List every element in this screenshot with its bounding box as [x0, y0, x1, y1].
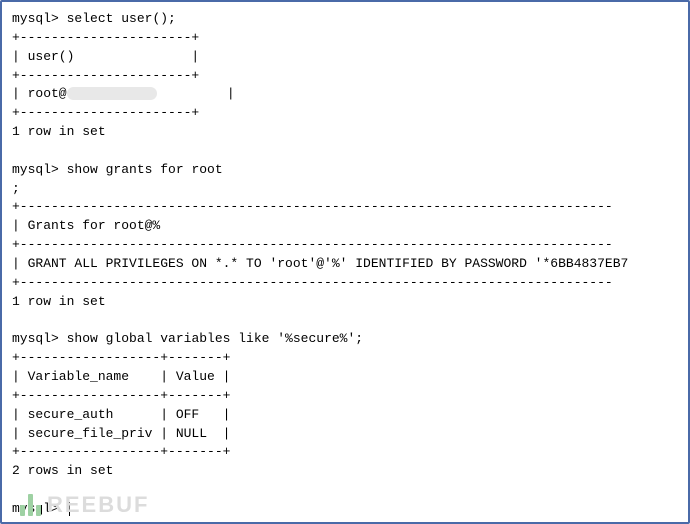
- prompt: mysql>: [12, 11, 59, 26]
- redacted-host: [67, 87, 157, 100]
- watermark: REEBUF: [20, 492, 149, 518]
- table-separator: +------------------+-------+: [12, 443, 678, 462]
- table-row: | secure_auth | OFF |: [12, 406, 678, 425]
- blank-line: [12, 142, 678, 161]
- sql-command: show grants for root: [67, 162, 223, 177]
- terminal-output: mysql> select user(); +-----------------…: [12, 10, 678, 519]
- sql-command: show global variables like '%secure%';: [67, 331, 363, 346]
- table-row: | secure_file_priv | NULL |: [12, 425, 678, 444]
- table-separator: +----------------------+: [12, 67, 678, 86]
- query-line: mysql> select user();: [12, 10, 678, 29]
- table-separator: +---------------------------------------…: [12, 274, 678, 293]
- table-separator: +----------------------+: [12, 104, 678, 123]
- table-row: | GRANT ALL PRIVILEGES ON *.* TO 'root'@…: [12, 255, 678, 274]
- table-separator: +---------------------------------------…: [12, 198, 678, 217]
- table-separator: +----------------------+: [12, 29, 678, 48]
- sql-command: select user();: [67, 11, 176, 26]
- table-separator: +------------------+-------+: [12, 349, 678, 368]
- table-header: | user() |: [12, 48, 678, 67]
- table-separator: +---------------------------------------…: [12, 236, 678, 255]
- watermark-logo-icon: [20, 494, 41, 516]
- query-continuation: ;: [12, 180, 678, 199]
- result-footer: 2 rows in set: [12, 462, 678, 481]
- table-header: | Grants for root@%: [12, 217, 678, 236]
- blank-line: [12, 312, 678, 331]
- table-header: | Variable_name | Value |: [12, 368, 678, 387]
- table-separator: +------------------+-------+: [12, 387, 678, 406]
- result-footer: 1 row in set: [12, 293, 678, 312]
- result-footer: 1 row in set: [12, 123, 678, 142]
- watermark-text: REEBUF: [47, 492, 149, 518]
- prompt: mysql>: [12, 331, 59, 346]
- query-line: mysql> show global variables like '%secu…: [12, 330, 678, 349]
- prompt: mysql>: [12, 162, 59, 177]
- table-row: | root@ |: [12, 85, 678, 104]
- query-line: mysql> show grants for root: [12, 161, 678, 180]
